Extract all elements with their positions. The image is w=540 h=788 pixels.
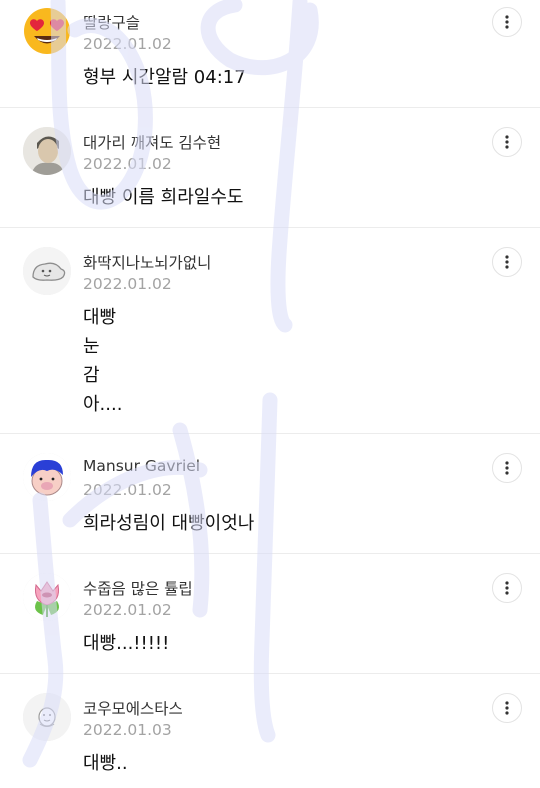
comment-author[interactable]: Mansur Gavriel xyxy=(83,457,200,475)
comment-author[interactable]: 딸랑구슬 xyxy=(83,11,140,33)
comment-text: 대빵 이름 희라일수도 xyxy=(83,187,244,208)
comment-author[interactable]: 대가리 깨져도 김수현 xyxy=(83,131,221,153)
comment-author[interactable]: 수줍음 많은 튤립 xyxy=(83,577,193,599)
more-options-button[interactable] xyxy=(492,127,522,157)
avatar[interactable] xyxy=(23,127,71,175)
avatar[interactable] xyxy=(23,7,71,55)
more-options-button[interactable] xyxy=(492,7,522,37)
avatar[interactable] xyxy=(23,693,71,741)
comment-date: 2022.01.02 xyxy=(83,481,172,499)
comment-text: 대빵 눈 감 아.... xyxy=(83,307,123,415)
avatar[interactable] xyxy=(23,573,71,621)
divider xyxy=(0,433,540,434)
avatar[interactable] xyxy=(23,247,71,295)
tulip-character-icon xyxy=(23,573,71,621)
divider xyxy=(0,673,540,674)
overlay-strokes xyxy=(22,0,319,768)
avatar[interactable] xyxy=(23,453,71,501)
divider xyxy=(0,107,540,108)
comment-date: 2022.01.02 xyxy=(83,155,172,173)
comment-date: 2022.01.02 xyxy=(83,275,172,293)
comment-date: 2022.01.02 xyxy=(83,601,172,619)
heart-eyes-emoji-icon xyxy=(24,8,70,54)
more-vertical-icon xyxy=(505,701,509,715)
default-avatar-icon xyxy=(23,693,71,741)
comment-text: 형부 시간알람 04:17 xyxy=(83,67,246,88)
actor-photo-icon xyxy=(23,127,71,175)
more-options-button[interactable] xyxy=(492,693,522,723)
cartoon-creature-icon xyxy=(23,247,71,295)
more-vertical-icon xyxy=(505,15,509,29)
comment-author[interactable]: 화딱지나노뇌가없니 xyxy=(83,251,211,273)
blue-hair-character-icon xyxy=(23,453,71,501)
comment-text: 희라성림이 대빵이엇나 xyxy=(83,513,255,534)
more-options-button[interactable] xyxy=(492,453,522,483)
comment-date: 2022.01.02 xyxy=(83,35,172,53)
more-options-button[interactable] xyxy=(492,247,522,277)
more-options-button[interactable] xyxy=(492,573,522,603)
comment-author[interactable]: 코우모에스타스 xyxy=(83,697,183,719)
more-vertical-icon xyxy=(505,255,509,269)
more-vertical-icon xyxy=(505,461,509,475)
comment-date: 2022.01.03 xyxy=(83,721,172,739)
comment-text: 대빵.. xyxy=(83,753,128,774)
more-vertical-icon xyxy=(505,135,509,149)
divider xyxy=(0,227,540,228)
handwritten-overlay xyxy=(22,0,319,768)
divider xyxy=(0,553,540,554)
more-vertical-icon xyxy=(505,581,509,595)
comment-text: 대빵...!!!!! xyxy=(83,633,170,654)
